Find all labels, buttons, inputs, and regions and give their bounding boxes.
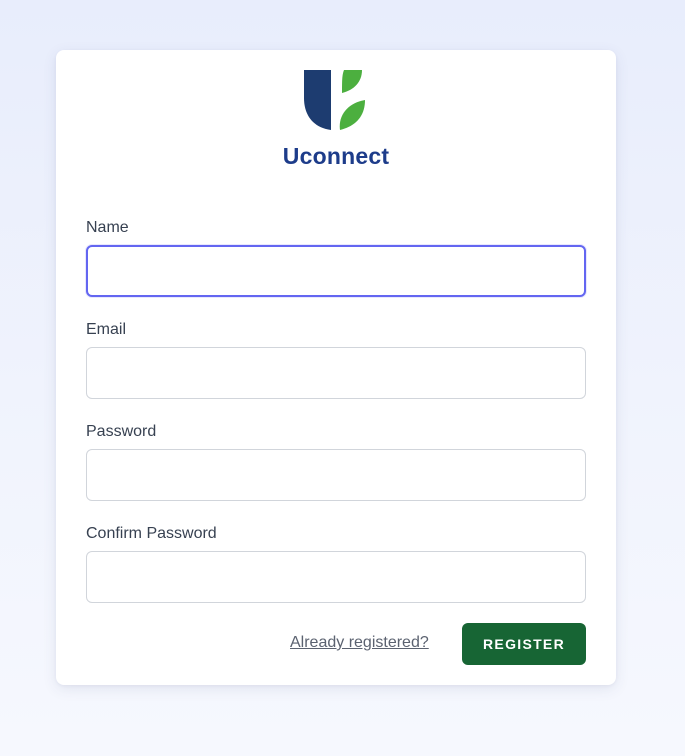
- confirm-password-label: Confirm Password: [86, 525, 217, 542]
- register-button[interactable]: REGISTER: [462, 623, 586, 665]
- email-input[interactable]: [86, 347, 586, 399]
- already-registered-link[interactable]: Already registered?: [290, 634, 429, 652]
- password-input[interactable]: [86, 449, 586, 501]
- email-label: Email: [86, 321, 127, 338]
- password-label: Password: [86, 423, 157, 440]
- name-label: Name: [86, 219, 129, 236]
- confirm-password-input[interactable]: [86, 551, 586, 603]
- brand-name: Uconnect: [282, 143, 390, 169]
- name-input[interactable]: [86, 245, 586, 297]
- uconnect-logo-icon: [304, 70, 365, 130]
- register-card: Uconnect Name Email Password Confirm Pas…: [56, 50, 616, 685]
